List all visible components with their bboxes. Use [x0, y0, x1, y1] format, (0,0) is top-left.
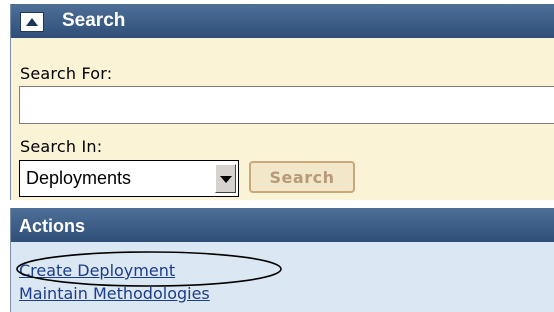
collapse-up-arrow-icon[interactable]: [20, 12, 44, 32]
actions-panel-title: Actions: [19, 216, 86, 236]
search-for-label: Search For:: [20, 64, 113, 83]
maintain-methodologies-link[interactable]: Maintain Methodologies: [19, 284, 210, 303]
actions-panel-header: Actions: [11, 208, 554, 242]
search-panel-title: Search: [62, 10, 126, 31]
search-panel: Search Search For: Search In: Deployment…: [10, 4, 554, 200]
sidebar-frame: Search Search For: Search In: Deployment…: [0, 0, 554, 312]
search-in-select[interactable]: Deployments: [19, 160, 239, 197]
search-in-selected-value: Deployments: [26, 168, 132, 188]
search-for-input[interactable]: [19, 86, 554, 124]
dropdown-arrow-icon[interactable]: [215, 164, 236, 193]
create-deployment-link[interactable]: Create Deployment: [19, 261, 175, 280]
search-panel-header: Search: [11, 4, 554, 38]
search-in-label: Search In:: [20, 137, 103, 156]
actions-panel: Actions Create Deployment Maintain Metho…: [10, 208, 554, 312]
search-button[interactable]: Search: [249, 161, 355, 193]
